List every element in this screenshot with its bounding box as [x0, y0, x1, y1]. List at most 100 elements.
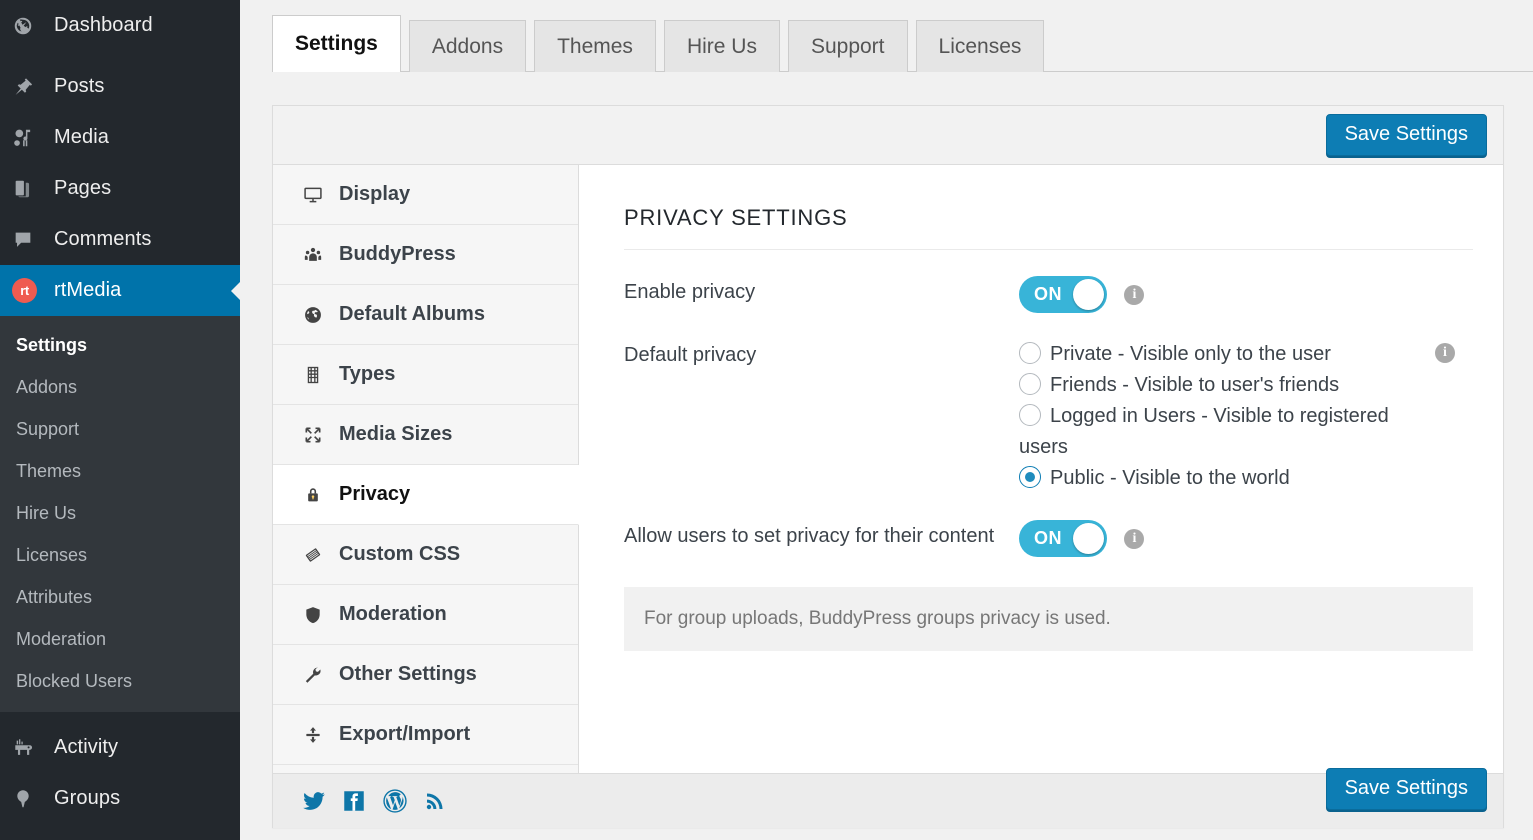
default-privacy-control: Private - Visible only to the user Frien… — [1019, 339, 1473, 494]
twitter-icon[interactable] — [301, 788, 327, 814]
info-icon[interactable]: i — [1435, 343, 1455, 363]
submenu-item-hire-us[interactable]: Hire Us — [0, 492, 240, 534]
app-screen: Dashboard Posts Media Pages Commen — [0, 0, 1533, 840]
settings-nav-label: Types — [339, 363, 395, 386]
radio-option-friends[interactable]: Friends - Visible to user's friends — [1019, 370, 1439, 401]
panel-body: Display BuddyPress Default Albums — [273, 165, 1503, 773]
sidebar-item-pages[interactable]: Pages — [0, 163, 240, 214]
facebook-icon[interactable] — [341, 788, 367, 814]
settings-nav-item-display[interactable]: Display — [273, 165, 578, 225]
tab-themes[interactable]: Themes — [534, 20, 656, 72]
radio-mark — [1019, 466, 1041, 488]
enable-privacy-control: ON i — [1019, 276, 1473, 313]
submenu-item-licenses[interactable]: Licenses — [0, 534, 240, 576]
wrench-icon — [303, 665, 339, 685]
resize-icon — [303, 425, 339, 445]
save-settings-button-top[interactable]: Save Settings — [1326, 114, 1487, 156]
radio-mark — [1019, 342, 1041, 364]
allow-users-control: ON i — [1019, 520, 1473, 557]
settings-panel: Save Settings Display Bud — [272, 105, 1504, 828]
sidebar-item-label: Activity — [50, 736, 118, 759]
settings-nav-item-default-albums[interactable]: Default Albums — [273, 285, 578, 345]
save-settings-button-bottom[interactable]: Save Settings — [1326, 768, 1487, 810]
settings-nav-label: Custom CSS — [339, 543, 460, 566]
settings-nav-item-privacy[interactable]: Privacy — [273, 465, 579, 525]
buddypress-icon — [303, 245, 339, 265]
info-icon[interactable]: i — [1124, 529, 1144, 549]
radio-option-private[interactable]: Private - Visible only to the user — [1019, 339, 1439, 370]
radio-label: Logged in Users - Visible to registered … — [1019, 405, 1389, 458]
sidebar-item-label: Groups — [50, 787, 120, 810]
settings-nav-label: Export/Import — [339, 723, 470, 746]
tab-addons[interactable]: Addons — [409, 20, 526, 72]
submenu-item-themes[interactable]: Themes — [0, 450, 240, 492]
sidebar-item-label: Dashboard — [50, 14, 153, 37]
radio-label: Private - Visible only to the user — [1050, 343, 1331, 365]
section-title: PRIVACY SETTINGS — [624, 205, 1473, 250]
submenu-item-blocked-users[interactable]: Blocked Users — [0, 660, 240, 702]
settings-nav-label: Privacy — [339, 483, 410, 506]
settings-nav-label: Default Albums — [339, 303, 485, 326]
submenu-item-attributes[interactable]: Attributes — [0, 576, 240, 618]
tab-settings[interactable]: Settings — [272, 15, 401, 72]
settings-nav: Display BuddyPress Default Albums — [273, 165, 579, 773]
allow-users-toggle[interactable]: ON — [1019, 520, 1107, 557]
default-privacy-radio-group: Private - Visible only to the user Frien… — [1019, 339, 1439, 494]
exchange-icon — [303, 725, 339, 745]
submenu-item-addons[interactable]: Addons — [0, 366, 240, 408]
sidebar-item-dashboard[interactable]: Dashboard — [0, 0, 240, 51]
privacy-settings-content: PRIVACY SETTINGS Enable privacy ON i — [579, 165, 1503, 773]
settings-nav-item-media-sizes[interactable]: Media Sizes — [273, 405, 578, 465]
panel-header: Save Settings — [273, 106, 1503, 165]
radio-label: Public - Visible to the world — [1050, 467, 1290, 489]
info-icon[interactable]: i — [1124, 285, 1144, 305]
sidebar-item-label: Comments — [50, 228, 152, 251]
submenu-item-moderation[interactable]: Moderation — [0, 618, 240, 660]
sidebar-item-posts[interactable]: Posts — [0, 61, 240, 112]
enable-privacy-toggle[interactable]: ON — [1019, 276, 1107, 313]
sidebar-divider-2 — [0, 712, 240, 722]
settings-nav-label: Media Sizes — [339, 423, 452, 446]
enable-privacy-label: Enable privacy — [624, 276, 1019, 305]
settings-nav-item-moderation[interactable]: Moderation — [273, 585, 578, 645]
settings-nav-item-custom-css[interactable]: Custom CSS — [273, 525, 578, 585]
settings-nav-item-buddypress[interactable]: BuddyPress — [273, 225, 578, 285]
rtmedia-submenu: Settings Addons Support Themes Hire Us L… — [0, 316, 240, 712]
lock-icon — [303, 485, 339, 505]
rss-icon[interactable] — [423, 789, 447, 813]
row-default-privacy: Default privacy Private - Visible only t… — [624, 339, 1473, 494]
settings-nav-item-export-import[interactable]: Export/Import — [273, 705, 578, 765]
settings-nav-item-types[interactable]: Types — [273, 345, 578, 405]
pages-icon — [12, 178, 50, 200]
media-icon — [12, 127, 50, 149]
shield-icon — [303, 605, 339, 625]
css-icon — [303, 545, 339, 565]
sidebar-item-comments[interactable]: Comments — [0, 214, 240, 265]
wordpress-icon[interactable] — [381, 787, 409, 815]
globe-icon — [303, 305, 339, 325]
toggle-state-label: ON — [1034, 528, 1062, 549]
sidebar-item-activity[interactable]: Activity — [0, 722, 240, 773]
sidebar-item-rtmedia[interactable]: rt rtMedia — [0, 265, 240, 316]
tab-hire-us[interactable]: Hire Us — [664, 20, 780, 72]
sidebar-item-label: Media — [50, 126, 109, 149]
radio-option-public[interactable]: Public - Visible to the world — [1019, 463, 1439, 494]
radio-option-logged-in-users[interactable]: Logged in Users - Visible to registered … — [1019, 401, 1439, 463]
sidebar-item-label: rtMedia — [50, 279, 121, 302]
sidebar-item-label: Pages — [50, 177, 111, 200]
radio-mark — [1019, 404, 1041, 426]
settings-nav-label: Moderation — [339, 603, 447, 626]
groups-icon — [12, 788, 50, 810]
radio-label: Friends - Visible to user's friends — [1050, 374, 1339, 396]
settings-nav-label: Other Settings — [339, 663, 477, 686]
tab-licenses[interactable]: Licenses — [916, 20, 1045, 72]
tab-support[interactable]: Support — [788, 20, 908, 72]
sidebar-item-groups[interactable]: Groups — [0, 773, 240, 824]
submenu-item-support[interactable]: Support — [0, 408, 240, 450]
sidebar-item-media[interactable]: Media — [0, 112, 240, 163]
settings-nav-item-other-settings[interactable]: Other Settings — [273, 645, 578, 705]
comments-icon — [12, 229, 50, 251]
sidebar-divider — [0, 51, 240, 61]
submenu-item-settings[interactable]: Settings — [0, 324, 240, 366]
monitor-icon — [303, 185, 339, 205]
